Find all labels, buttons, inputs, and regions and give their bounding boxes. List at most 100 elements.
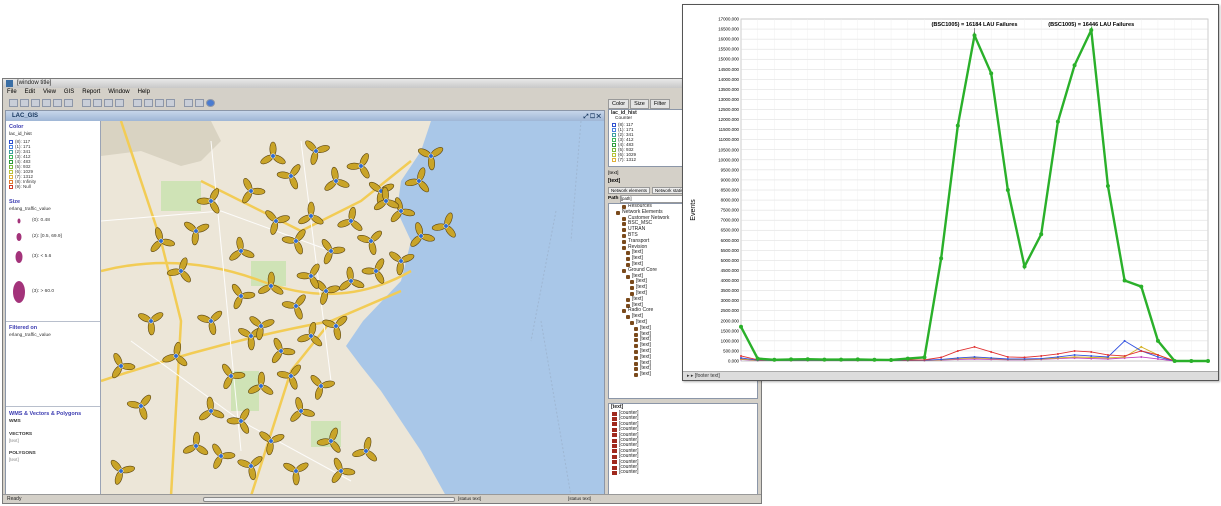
app-icon	[6, 80, 13, 87]
map-tab[interactable]: LAC_GIS ⤢ ☐ ✕	[6, 111, 604, 121]
y-axis-ticks: 0.000 500.000 1000.000 1500.000 2000.000 2500…	[718, 17, 739, 364]
data-point	[1090, 350, 1093, 353]
y-tick-label: 8000.000	[721, 198, 740, 203]
pan-icon[interactable]	[104, 98, 113, 107]
size-legend-label: (3): > 60.0	[32, 289, 54, 294]
legend-polygons-label: POLYGONS	[9, 451, 36, 456]
data-point	[1105, 183, 1110, 188]
tab-color[interactable]: Color	[608, 99, 630, 109]
y-tick-label: 1000.000	[721, 338, 740, 343]
legend-size-field: erlang_traffic_value	[9, 207, 51, 212]
zoom-in-icon[interactable]	[53, 98, 62, 107]
chart-grid	[740, 18, 1209, 362]
settings-icon[interactable]	[184, 98, 193, 107]
tab-filter[interactable]: Filter	[649, 99, 671, 109]
y-tick-label: 5500.000	[721, 248, 740, 253]
menu-gis[interactable]: GIS	[64, 88, 74, 97]
legend-size-heading: Size	[9, 199, 21, 205]
color-swatch	[9, 154, 13, 159]
data-point	[1156, 357, 1159, 360]
footer-toggle-icon[interactable]: ▸ ▸	[687, 373, 693, 379]
data-point	[1073, 349, 1076, 352]
data-point	[1040, 357, 1043, 360]
layer-icon[interactable]	[82, 98, 91, 107]
legend-wms-label: WMS	[9, 419, 21, 424]
menu-window[interactable]: Window	[108, 88, 129, 97]
menu-view[interactable]: View	[43, 88, 56, 97]
network-elements-button[interactable]: Network elements	[608, 187, 651, 194]
open-icon[interactable]	[20, 98, 29, 107]
data-point	[740, 356, 742, 359]
data-point	[1089, 28, 1094, 33]
menu-help[interactable]: Help	[138, 88, 150, 97]
tab-size[interactable]: Size	[630, 99, 649, 109]
tree-button-bar: Network elements Network statistics	[608, 187, 694, 194]
filter-icon[interactable]	[166, 98, 175, 107]
data-point	[1189, 359, 1194, 363]
data-point	[972, 33, 977, 38]
legend-vectors-label: VECTORS	[9, 432, 33, 437]
select-icon[interactable]	[93, 98, 102, 107]
data-point	[990, 350, 993, 353]
data-point	[1140, 345, 1143, 348]
data-point	[889, 357, 894, 362]
data-point	[822, 357, 827, 362]
menu-file[interactable]: File	[7, 88, 17, 97]
y-tick-label: 15000.000	[718, 57, 739, 62]
data-point	[1140, 355, 1143, 358]
y-tick-label: 3000.000	[721, 298, 740, 303]
y-tick-label: 16500.000	[718, 27, 739, 32]
legend-panel: Color lac_id_hist (8): 117 (1): 171 (2): 3…	[6, 121, 101, 496]
y-tick-label: 7500.000	[721, 208, 740, 213]
counter-item[interactable]: [counter]	[609, 469, 757, 476]
color-swatch	[9, 184, 13, 189]
print-icon[interactable]	[42, 98, 51, 107]
legend-color-heading: Color	[9, 124, 24, 130]
table-icon[interactable]	[144, 98, 153, 107]
data-point	[805, 357, 810, 362]
report-icon[interactable]	[155, 98, 164, 107]
measure-icon[interactable]	[115, 98, 124, 107]
menu-report[interactable]: Report	[82, 88, 100, 97]
y-tick-label: 4000.000	[721, 278, 740, 283]
size-legend-label: (2): [0.5, 69.9]	[32, 234, 62, 239]
y-tick-label: 8500.000	[721, 188, 740, 193]
data-point	[1156, 353, 1159, 356]
color-swatch	[612, 152, 616, 157]
map-canvas[interactable]	[101, 121, 604, 496]
data-point	[922, 355, 927, 360]
data-point	[990, 356, 993, 359]
data-point	[1156, 355, 1159, 358]
window-titlebar: [window title]	[3, 79, 761, 88]
legend-color-item: (9): Null	[9, 184, 36, 189]
y-tick-label: 14000.000	[718, 77, 739, 82]
y-tick-label: 15500.000	[718, 47, 739, 52]
data-point	[755, 356, 760, 361]
counter-panel[interactable]: [text] [counter] [counter] [counter] [count…	[608, 403, 758, 497]
data-point	[1172, 359, 1177, 363]
help-icon[interactable]	[206, 98, 215, 107]
zoom-slider[interactable]	[203, 497, 455, 502]
chart-footer: ▸ ▸ [footer text]	[683, 371, 1218, 380]
data-point	[940, 356, 943, 359]
color-class-label: (7): 1312	[618, 157, 637, 162]
y-tick-label: 9500.000	[721, 167, 740, 172]
y-tick-label: 11000.000	[719, 137, 740, 142]
color-swatch	[612, 127, 616, 132]
new-icon[interactable]	[9, 98, 18, 107]
map-tab-label: LAC_GIS	[12, 113, 39, 119]
path-label: Path	[608, 196, 619, 201]
zoom-out-icon[interactable]	[64, 98, 73, 107]
chart-icon[interactable]	[133, 98, 142, 107]
data-point	[1155, 338, 1160, 343]
data-point	[1090, 354, 1093, 357]
save-icon[interactable]	[31, 98, 40, 107]
data-point	[1140, 349, 1143, 352]
data-point	[956, 349, 959, 352]
status-server-info: [status text]	[568, 496, 592, 501]
legend-wms-heading: WMS & Vectors & Polygons	[9, 411, 82, 417]
data-point	[1006, 355, 1009, 358]
export-icon[interactable]	[195, 98, 204, 107]
y-tick-label: 10500.000	[718, 147, 739, 152]
menu-edit[interactable]: Edit	[25, 88, 35, 97]
